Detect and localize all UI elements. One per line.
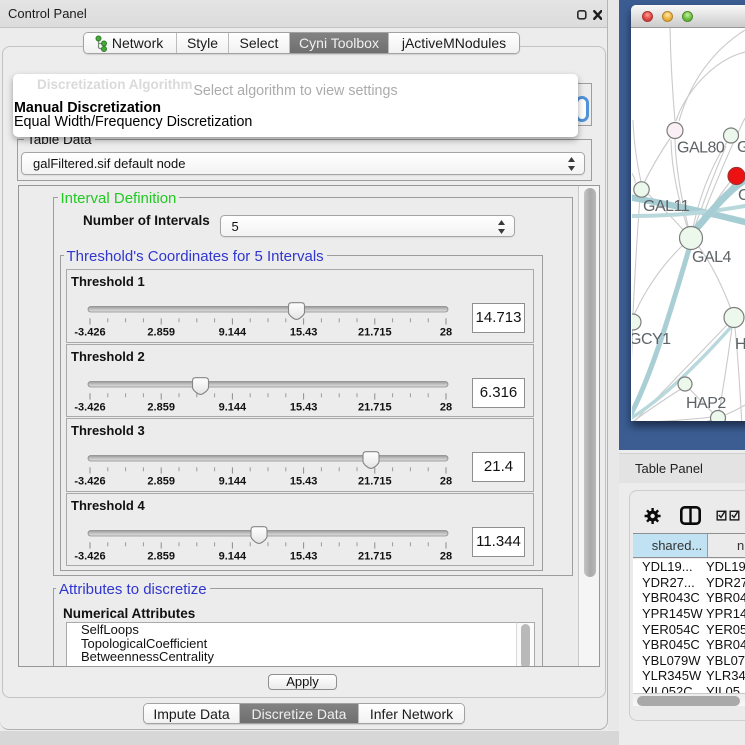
svg-text:H: H xyxy=(735,336,745,353)
svg-text:15.43: 15.43 xyxy=(290,327,318,339)
svg-text:15.43: 15.43 xyxy=(290,476,318,488)
svg-text:-3.426: -3.426 xyxy=(74,550,105,562)
svg-text:2.859: 2.859 xyxy=(147,401,175,413)
svg-text:GA: GA xyxy=(737,139,745,156)
svg-text:-3.426: -3.426 xyxy=(74,327,105,339)
svg-text:15.43: 15.43 xyxy=(290,550,318,562)
svg-text:GAL4: GAL4 xyxy=(692,249,732,266)
svg-text:15.43: 15.43 xyxy=(290,401,318,413)
svg-text:2.859: 2.859 xyxy=(147,327,175,339)
svg-text:28: 28 xyxy=(440,476,452,488)
svg-text:9.144: 9.144 xyxy=(219,401,247,413)
svg-text:2.859: 2.859 xyxy=(147,476,175,488)
svg-text:21.715: 21.715 xyxy=(358,327,392,339)
svg-text:C: C xyxy=(738,187,745,204)
svg-text:9.144: 9.144 xyxy=(219,550,247,562)
svg-text:28: 28 xyxy=(440,327,452,339)
svg-text:21.715: 21.715 xyxy=(358,550,392,562)
svg-text:21.715: 21.715 xyxy=(358,476,392,488)
svg-text:GAL80: GAL80 xyxy=(677,140,725,157)
svg-text:28: 28 xyxy=(440,550,452,562)
svg-text:9.144: 9.144 xyxy=(219,327,247,339)
svg-text:GAL11: GAL11 xyxy=(643,198,690,215)
svg-text:9.144: 9.144 xyxy=(219,476,247,488)
svg-text:2.859: 2.859 xyxy=(147,550,175,562)
svg-text:-3.426: -3.426 xyxy=(74,401,105,413)
svg-text:HAP2: HAP2 xyxy=(686,395,726,412)
svg-text:21.715: 21.715 xyxy=(358,401,392,413)
svg-text:-3.426: -3.426 xyxy=(74,476,105,488)
svg-text:28: 28 xyxy=(440,401,452,413)
svg-text:GCY1: GCY1 xyxy=(632,331,671,348)
